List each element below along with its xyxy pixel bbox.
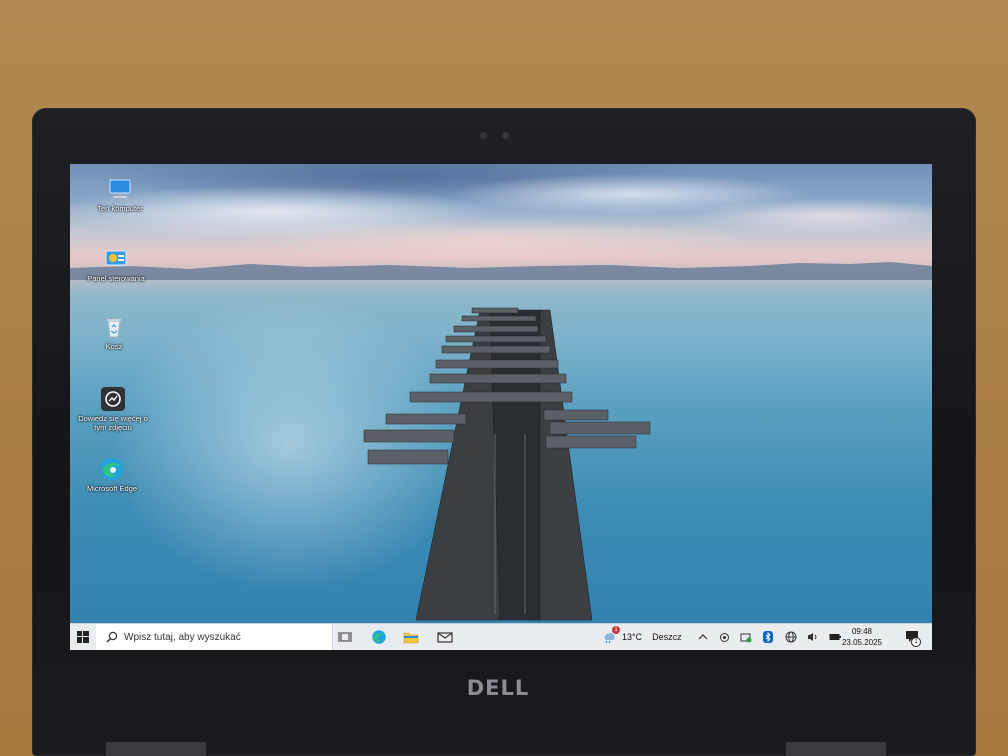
security-icon: [740, 633, 752, 642]
clock-date: 23.05.2025: [841, 638, 883, 647]
desktop-icon-label: Dowiedz się więcej o tym zdjęciu: [78, 414, 148, 432]
hinge-right: [786, 742, 886, 756]
network-button[interactable]: [782, 624, 800, 650]
edge-icon: [101, 458, 123, 480]
desktop-icon-label: Kosz: [105, 342, 123, 351]
dell-logo: DELL: [466, 676, 530, 700]
camera-sensor: [502, 132, 509, 139]
task-view-button[interactable]: [334, 624, 356, 650]
taskbar-edge[interactable]: [366, 624, 392, 650]
desktop-icon-label: Ten komputer: [97, 204, 143, 213]
this-pc-icon: [109, 179, 131, 198]
taskbar-clock[interactable]: 09:48 23.05.2025: [832, 626, 892, 648]
hinge-left: [106, 742, 206, 756]
task-view-icon: [338, 632, 352, 642]
mail-icon: [437, 632, 453, 643]
weather-widget[interactable]: 1 13°C Deszcz: [602, 624, 692, 650]
search-icon: [106, 631, 118, 643]
notification-count-badge: 1: [911, 637, 921, 647]
edge-icon: [372, 630, 386, 644]
volume-icon: [808, 633, 817, 641]
windows-icon: [77, 631, 89, 643]
desktop-icon-recycle-bin[interactable]: Kosz: [74, 314, 154, 351]
volume-button[interactable]: [804, 624, 822, 650]
weather-alert-badge: 1: [612, 626, 620, 634]
desktop-icon-label: Microsoft Edge: [86, 484, 138, 493]
desktop-icon-learn-about-picture[interactable]: Dowiedz się więcej o tym zdjęciu: [73, 386, 153, 432]
meet-now-button[interactable]: [716, 624, 732, 650]
search-placeholder: Wpisz tutaj, aby wyszukać: [124, 631, 241, 643]
taskbar-search[interactable]: Wpisz tutaj, aby wyszukać: [96, 624, 333, 650]
security-button[interactable]: [738, 624, 754, 650]
taskbar-mail[interactable]: [432, 624, 458, 650]
weather-temp: 13°C: [622, 632, 643, 642]
desktop-icon-edge[interactable]: Microsoft Edge: [72, 456, 152, 493]
recycle-bin-icon: [107, 319, 121, 338]
chevron-up-icon: [698, 634, 708, 640]
notifications-button[interactable]: 1: [900, 624, 924, 650]
start-button[interactable]: [70, 624, 96, 650]
desktop-icon-control-panel[interactable]: Panel sterowania: [76, 246, 156, 283]
taskbar-file-explorer[interactable]: [398, 624, 424, 650]
desktop-icon-label: Panel sterowania: [87, 274, 145, 283]
bluetooth-button[interactable]: [760, 624, 776, 650]
clock-time: 09:48: [851, 627, 873, 636]
file-explorer-icon: [403, 632, 419, 644]
show-hidden-icons[interactable]: [696, 624, 710, 650]
desktop-screen[interactable]: Ten komputer Panel sterowania Kosz Dowie…: [70, 164, 932, 650]
meet-now-icon: [719, 632, 729, 642]
wallpaper-pier: [363, 307, 651, 621]
desktop-icon-this-pc[interactable]: Ten komputer: [80, 176, 160, 213]
camera-lens: [480, 132, 487, 139]
learn-about-picture-icon: [101, 387, 125, 411]
bluetooth-icon: [763, 631, 773, 643]
taskbar: Wpisz tutaj, aby wyszukać 1 13°C Deszcz …: [70, 623, 932, 650]
network-icon: [785, 631, 797, 643]
control-panel-icon: [105, 250, 127, 266]
weather-condition: Deszcz: [652, 632, 682, 642]
